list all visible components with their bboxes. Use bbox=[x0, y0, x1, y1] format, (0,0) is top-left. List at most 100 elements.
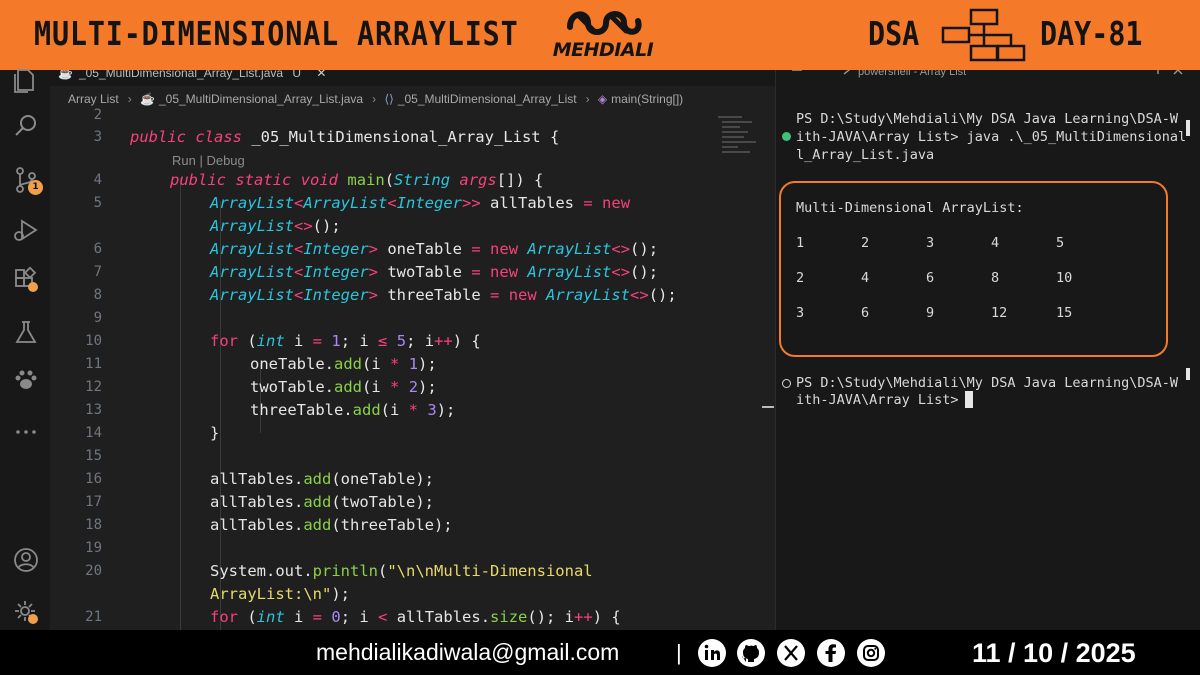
output-cell: 15 bbox=[1056, 305, 1073, 321]
terminal-cursor bbox=[965, 391, 973, 408]
email-address[interactable]: mehdialikadiwala@gmail.com bbox=[316, 639, 619, 666]
code-line: 12 twoTable.add(i * 2); bbox=[85, 378, 437, 396]
run-debug-icon[interactable] bbox=[12, 216, 40, 244]
output-cell: 6 bbox=[926, 270, 935, 286]
code-line: 3 public class _05_MultiDimensional_Array… bbox=[93, 128, 560, 146]
code-line: 8 ArrayList<Integer> threeTable = new Arr… bbox=[93, 286, 677, 304]
code-line: 9 bbox=[93, 310, 102, 326]
output-cell: 12 bbox=[991, 305, 1008, 321]
code-text: public class _05_MultiDimensional_Array_… bbox=[130, 128, 560, 146]
mehdiali-logo-icon bbox=[567, 11, 642, 35]
output-cell: 5 bbox=[1056, 235, 1065, 251]
code-text: ArrayList<>(); bbox=[210, 217, 341, 235]
command-idle-icon[interactable] bbox=[782, 379, 791, 388]
editor-tab[interactable]: ☕ _05_MultiDimensional_Array_List.java U … bbox=[58, 70, 326, 86]
terminal-command-line: l_Array_List.java bbox=[796, 147, 935, 163]
activity-bar: 1 bbox=[0, 69, 50, 630]
tree-diagram-icon bbox=[941, 8, 1026, 62]
output-cell: 2 bbox=[796, 270, 805, 286]
explorer-icon[interactable] bbox=[12, 66, 40, 94]
run-debug-codelens[interactable]: Run | Debug bbox=[172, 153, 245, 168]
code-text: public static void main(String args[]) { bbox=[170, 171, 544, 189]
header-banner: MULTI-DIMENSIONAL ARRAYLIST MEHDIALI DSA… bbox=[0, 0, 1200, 70]
editor-tab-bar: ☕ _05_MultiDimensional_Array_List.java U … bbox=[50, 70, 775, 86]
code-text: ArrayList<Integer> twoTable = new ArrayL… bbox=[210, 263, 659, 281]
code-line: 18 allTables.add(threeTable); bbox=[85, 516, 453, 534]
code-text: ArrayList<Integer> oneTable = new ArrayL… bbox=[210, 240, 659, 258]
github-icon[interactable] bbox=[736, 638, 766, 668]
terminal-panel[interactable]: powershell - Array List PS D:\Study\Mehd… bbox=[775, 70, 1200, 630]
code-line: 7 ArrayList<Integer> twoTable = new Array… bbox=[93, 263, 659, 281]
code-text: allTables.add(oneTable); bbox=[210, 470, 434, 488]
output-cell: 4 bbox=[991, 235, 1000, 251]
close-icon[interactable] bbox=[1172, 70, 1184, 76]
extensions-icon[interactable] bbox=[12, 266, 40, 294]
instagram-icon[interactable] bbox=[856, 638, 886, 668]
command-success-icon[interactable] bbox=[782, 132, 791, 141]
day-label: DAY-81 bbox=[1040, 14, 1143, 53]
terminal-tab-label[interactable]: powershell - Array List bbox=[858, 70, 966, 78]
code-text: oneTable.add(i * 1); bbox=[250, 355, 437, 373]
dsa-label: DSA bbox=[868, 14, 920, 53]
code-text: for (int i = 1; i ≤ 5; i++) { bbox=[210, 332, 481, 350]
output-cell: 3 bbox=[926, 235, 935, 251]
code-line: 4 public static void main(String args[]) … bbox=[93, 171, 544, 189]
code-line: ArrayList<>(); bbox=[50, 215, 775, 238]
code-line: 17 allTables.add(twoTable); bbox=[85, 493, 434, 511]
code-line: 19 bbox=[85, 540, 102, 556]
account-icon[interactable] bbox=[12, 546, 40, 574]
code-line: 20 System.out.println("\n\nMulti-Dimensio… bbox=[85, 562, 593, 580]
output-cell: 4 bbox=[861, 270, 870, 286]
code-line: 11 oneTable.add(i * 1); bbox=[85, 355, 437, 373]
java-file-icon: ☕ bbox=[58, 70, 73, 80]
terminal-minimize-icon[interactable] bbox=[790, 70, 804, 78]
more-icon[interactable] bbox=[12, 418, 40, 446]
terminal-command-line: ith-JAVA\Array List> java .\_05_MultiDim… bbox=[796, 129, 1187, 145]
output-cell: 2 bbox=[861, 235, 870, 251]
tab-label: _05_MultiDimensional_Array_List.java bbox=[78, 70, 284, 80]
footer-separator: | bbox=[676, 640, 682, 665]
code-line: 6 ArrayList<Integer> oneTable = new Array… bbox=[93, 240, 659, 258]
code-text: allTables.add(twoTable); bbox=[210, 493, 434, 511]
paw-icon[interactable] bbox=[12, 366, 40, 394]
output-cell: 10 bbox=[1056, 270, 1073, 286]
x-icon[interactable] bbox=[776, 638, 806, 668]
tab-status: U bbox=[292, 70, 302, 80]
terminal-scrollbar[interactable] bbox=[1186, 120, 1190, 136]
facebook-icon[interactable] bbox=[816, 638, 846, 668]
testing-icon[interactable] bbox=[12, 318, 40, 346]
code-line: 21 for (int i = 0; i < allTables.size(); … bbox=[85, 608, 621, 626]
output-cell: 9 bbox=[926, 305, 935, 321]
post-date: 11 / 10 / 2025 bbox=[972, 638, 1136, 668]
code-text: ArrayList<ArrayList<Integer>> allTables … bbox=[210, 194, 631, 212]
linkedin-icon[interactable] bbox=[697, 638, 727, 668]
terminal-scrollbar[interactable] bbox=[1186, 368, 1190, 380]
code-line: 16 allTables.add(oneTable); bbox=[85, 470, 434, 488]
code-text: allTables.add(threeTable); bbox=[210, 516, 453, 534]
code-line: 2 bbox=[93, 107, 102, 123]
tab-close-icon[interactable]: ✕ bbox=[316, 70, 326, 80]
code-text: ArrayList<Integer> threeTable = new Arra… bbox=[210, 286, 677, 304]
output-cell: 8 bbox=[991, 270, 1000, 286]
code-text: twoTable.add(i * 2); bbox=[250, 378, 437, 396]
terminal-prompt-line: PS D:\Study\Mehdiali\My DSA Java Learnin… bbox=[796, 111, 1179, 127]
banner-title: MULTI-DIMENSIONAL ARRAYLIST bbox=[34, 14, 519, 53]
search-icon[interactable] bbox=[12, 112, 40, 140]
output-cell: 1 bbox=[796, 235, 805, 251]
code-line: 13 threeTable.add(i * 3); bbox=[85, 401, 456, 419]
code-text: threeTable.add(i * 3); bbox=[250, 401, 456, 419]
logo-text: MEHDIALI bbox=[552, 39, 654, 61]
terminal-icon bbox=[843, 70, 851, 75]
code-line: 14} bbox=[85, 424, 220, 442]
code-text: ArrayList:\n"); bbox=[210, 585, 350, 603]
settings-gear-icon[interactable] bbox=[12, 598, 40, 626]
terminal-prompt-line: ith-JAVA\Array List> bbox=[796, 392, 967, 408]
terminal-header: powershell - Array List bbox=[776, 70, 1200, 84]
mehdiali-logo: MEHDIALI bbox=[548, 5, 658, 65]
output-cell: 6 bbox=[861, 305, 870, 321]
code-editor[interactable]: ☕ _05_MultiDimensional_Array_List.java U … bbox=[50, 70, 775, 630]
code-line: ArrayList:\n"); bbox=[50, 583, 775, 606]
code-text: } bbox=[210, 424, 220, 442]
maximize-icon[interactable] bbox=[1148, 70, 1160, 76]
code-line: 10 for (int i = 1; i ≤ 5; i++) { bbox=[85, 332, 481, 350]
